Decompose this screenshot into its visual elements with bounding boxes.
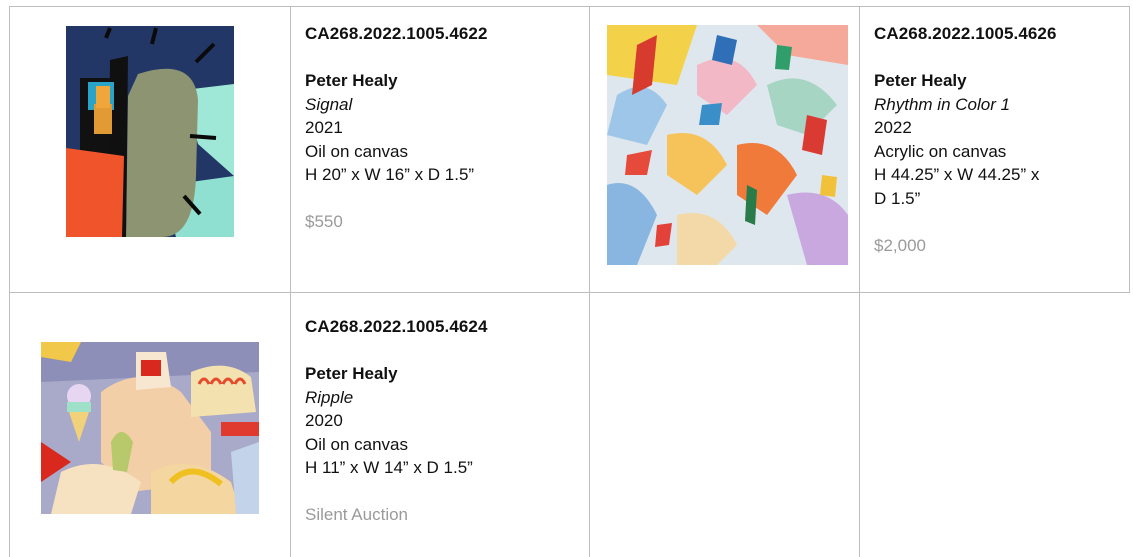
artwork-dimensions-continued: D 1.5”: [874, 188, 921, 208]
artwork-code: CA268.2022.1005.4624: [305, 317, 488, 336]
grid-line: [859, 6, 860, 557]
artwork-year: 2021: [305, 118, 343, 137]
artwork-title: Rhythm in Color 1: [874, 94, 1011, 114]
grid-line: [9, 292, 1130, 293]
artwork-dimensions: H 11” x W 14” x D 1.5”: [305, 458, 473, 477]
artwork-dimensions: H 44.25” x W 44.25” x: [874, 165, 1040, 184]
artwork-price: Silent Auction: [305, 505, 409, 524]
artwork-grid: CA268.2022.1005.4622 Peter Healy Signal …: [0, 0, 1133, 557]
artwork-image-signal[interactable]: [66, 26, 234, 237]
artwork-year: 2020: [305, 411, 343, 430]
artwork-year: 2022: [874, 118, 912, 137]
grid-line: [290, 6, 291, 557]
artwork-code: CA268.2022.1005.4626: [874, 24, 1057, 43]
grid-line: [9, 6, 10, 557]
artwork-info: CA268.2022.1005.4624 Peter Healy Ripple …: [305, 315, 575, 527]
artwork-price: $550: [305, 212, 343, 231]
artwork-medium: Oil on canvas: [305, 141, 408, 161]
artwork-title: Ripple: [305, 387, 354, 407]
artist-name: Peter Healy: [874, 71, 967, 90]
artwork-medium: Oil on canvas: [305, 434, 408, 454]
artwork-info: CA268.2022.1005.4622 Peter Healy Signal …: [305, 22, 575, 234]
artwork-info: CA268.2022.1005.4626 Peter Healy Rhythm …: [874, 22, 1124, 257]
artwork-dimensions: H 20” x W 16” x D 1.5”: [305, 165, 475, 184]
artist-name: Peter Healy: [305, 71, 398, 90]
artwork-title: Signal: [305, 94, 353, 114]
artwork-price: $2,000: [874, 235, 926, 255]
artwork-image-ripple[interactable]: [41, 342, 259, 514]
grid-line: [1129, 6, 1130, 293]
artwork-medium: Acrylic on canvas: [874, 141, 1007, 161]
artwork-code: CA268.2022.1005.4622: [305, 24, 488, 43]
artist-name: Peter Healy: [305, 364, 398, 383]
artwork-image-rhythm-in-color-1[interactable]: [607, 25, 848, 265]
grid-line: [589, 6, 590, 557]
grid-line: [9, 6, 1130, 7]
